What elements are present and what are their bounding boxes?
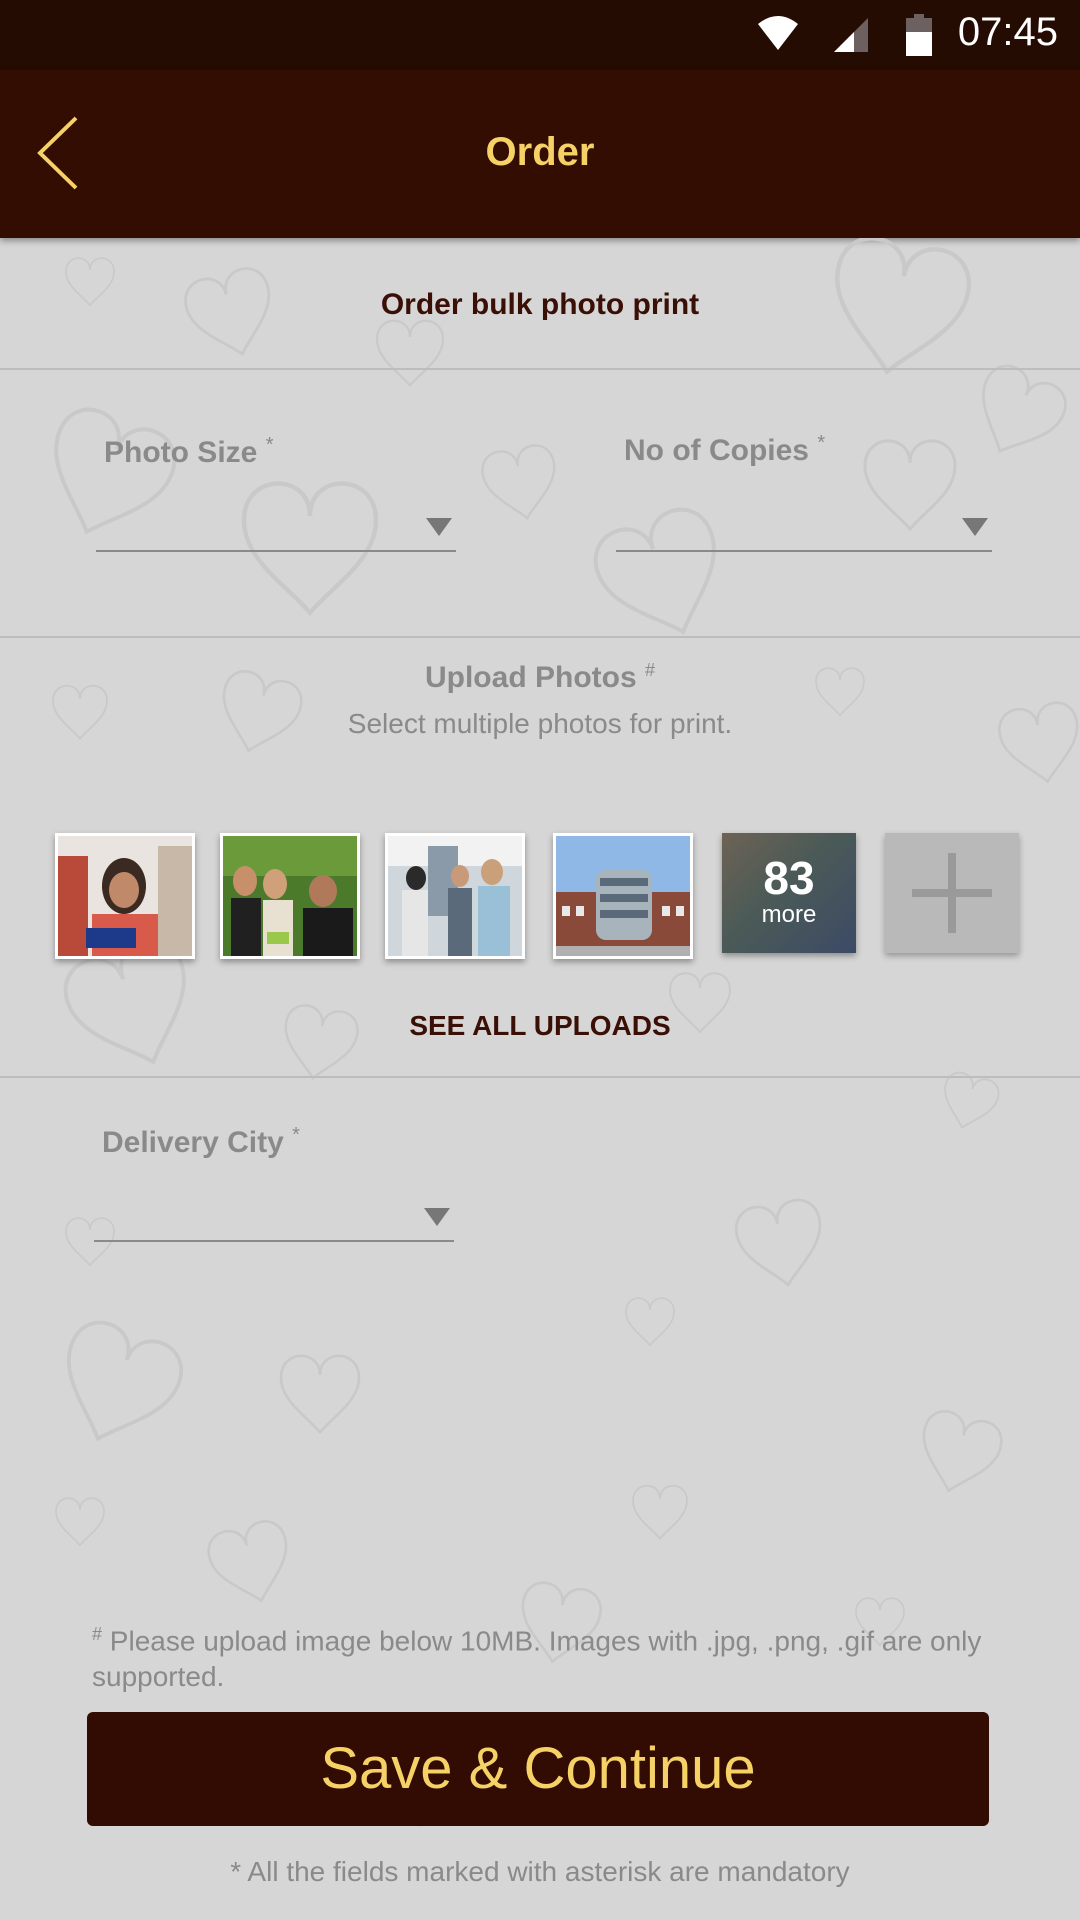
plus-icon (912, 853, 992, 933)
section-title: Order bulk photo print (380, 288, 700, 321)
required-mark: * (817, 432, 826, 454)
photo-size-dropdown[interactable] (96, 490, 456, 552)
delivery-city-label: Delivery City * (102, 1124, 300, 1160)
copies-dropdown[interactable] (616, 490, 992, 552)
copies-label-text: No of Copies (624, 434, 809, 467)
wifi-icon (758, 16, 798, 50)
page-title: Order (485, 130, 595, 174)
status-time: 07:45 (957, 10, 1058, 54)
building-photo (556, 836, 690, 956)
more-label: more (761, 901, 817, 928)
delivery-city-dropdown[interactable] (94, 1180, 454, 1242)
dropdown-arrow-icon (424, 1208, 450, 1226)
battery-icon (906, 14, 932, 56)
photo-size-label: Photo Size * (104, 434, 273, 470)
save-continue-button[interactable]: Save & Continue (87, 1712, 989, 1826)
photo-thumbnail-1[interactable] (55, 833, 195, 959)
friends-photo (388, 836, 522, 956)
order-form: Order bulk photo print Photo Size * No o… (0, 238, 1080, 1920)
dropdown-arrow-icon (426, 518, 452, 536)
photo-thumbnail-3[interactable] (385, 833, 525, 959)
upload-note-text: Please upload image below 10MB. Images w… (92, 1625, 982, 1693)
more-count: 83 (763, 852, 815, 904)
photo-size-label-text: Photo Size (104, 436, 258, 469)
status-bar: 07:45 (0, 0, 1080, 70)
divider (0, 368, 1080, 370)
more-photos-tile[interactable]: 83 more (722, 833, 856, 953)
upload-photos-title-text: Upload Photos (424, 661, 637, 694)
required-mark: * (265, 434, 274, 456)
photo-thumbnail-4[interactable] (553, 833, 693, 959)
see-all-uploads-link[interactable]: SEE ALL UPLOADS (0, 1010, 1080, 1042)
upload-photos-title: Upload Photos # (0, 660, 1080, 695)
delivery-city-label-text: Delivery City (102, 1126, 284, 1159)
add-photo-button[interactable] (885, 833, 1019, 953)
hash-mark: # (92, 1624, 103, 1644)
mandatory-footnote: * All the fields marked with asterisk ar… (230, 1856, 850, 1887)
dropdown-arrow-icon (962, 518, 988, 536)
photo-thumbnail-2[interactable] (220, 833, 360, 959)
upload-note: # Please upload image below 10MB. Images… (92, 1616, 992, 1695)
divider (0, 1076, 1080, 1078)
student-photo (58, 836, 192, 956)
copies-label: No of Copies * (624, 432, 825, 468)
signal-icon (834, 18, 868, 52)
group-photo (223, 836, 357, 956)
upload-photos-subtitle: Select multiple photos for print. (347, 708, 733, 739)
divider (0, 636, 1080, 638)
hash-mark: # (644, 660, 655, 680)
app-bar: Order (0, 70, 1080, 238)
required-mark: * (292, 1124, 300, 1146)
